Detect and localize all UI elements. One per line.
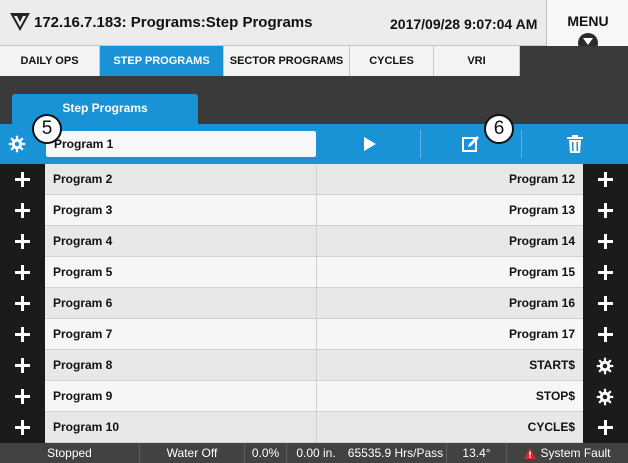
program-cell-right[interactable]: CYCLE$: [317, 412, 583, 443]
menu-label: MENU: [567, 13, 609, 29]
status-bar: Stopped Water Off 0.0% 0.00 in. 65535.9 …: [0, 443, 628, 463]
selected-program-row[interactable]: Program 1: [0, 124, 628, 164]
add-step-left-button[interactable]: [0, 412, 45, 443]
table-row: Program 10 CYCLE$: [0, 412, 628, 443]
table-row: Program 9 STOP$: [0, 381, 628, 412]
program-cell-right[interactable]: Program 15: [317, 257, 583, 288]
delete-program-button[interactable]: [522, 124, 628, 164]
datetime-display: 2017/09/28 9:07:04 AM: [390, 16, 538, 32]
play-icon: [364, 137, 376, 151]
add-step-right-button[interactable]: [583, 288, 628, 319]
program-cell-left[interactable]: Program 6: [45, 288, 317, 319]
add-step-left-button[interactable]: [0, 381, 45, 412]
tab-step-programs[interactable]: STEP PROGRAMS: [100, 46, 224, 76]
program-cell-left[interactable]: Program 7: [45, 319, 317, 350]
add-step-left-button[interactable]: [0, 257, 45, 288]
system-fault-button[interactable]: System Fault: [507, 443, 628, 463]
run-program-button[interactable]: [320, 124, 420, 164]
program-cell-left[interactable]: Program 2: [45, 164, 317, 195]
add-step-right-button[interactable]: [583, 257, 628, 288]
program-cell-left[interactable]: Program 4: [45, 226, 317, 257]
program-cell-left[interactable]: Program 3: [45, 195, 317, 226]
add-step-right-button[interactable]: [583, 319, 628, 350]
status-percent: 0.0%: [245, 443, 287, 463]
edit-icon: [462, 136, 479, 152]
add-step-right-button[interactable]: [583, 195, 628, 226]
program-cell-left[interactable]: Program 5: [45, 257, 317, 288]
add-step-left-button[interactable]: [0, 288, 45, 319]
add-step-left-button[interactable]: [0, 164, 45, 195]
tab-cycles[interactable]: CYCLES: [350, 46, 434, 76]
tab-daily-ops[interactable]: DAILY OPS: [0, 46, 100, 76]
table-row: Program 4 Program 14: [0, 226, 628, 257]
program-cell-right[interactable]: Program 13: [317, 195, 583, 226]
add-step-left-button[interactable]: [0, 319, 45, 350]
status-water: Water Off: [140, 443, 245, 463]
table-row: Program 5 Program 15: [0, 257, 628, 288]
program-cell-left[interactable]: Program 10: [45, 412, 317, 443]
start-settings-button[interactable]: [583, 350, 628, 381]
add-step-right-button[interactable]: [583, 164, 628, 195]
table-row: Program 2 Program 12: [0, 164, 628, 195]
menu-button[interactable]: MENU: [546, 0, 628, 53]
table-row: Program 8 START$: [0, 350, 628, 381]
status-angle: 13.4°: [447, 443, 507, 463]
program-cell-right[interactable]: Program 14: [317, 226, 583, 257]
gear-icon: [596, 357, 614, 375]
table-row: Program 6 Program 16: [0, 288, 628, 319]
add-step-left-button[interactable]: [0, 226, 45, 257]
table-row: Program 7 Program 17: [0, 319, 628, 350]
warning-icon: [524, 448, 537, 459]
gear-icon: [596, 388, 614, 406]
program-cell-left[interactable]: Program 9: [45, 381, 317, 412]
trash-icon: [567, 135, 583, 153]
program-cell-right[interactable]: Program 16: [317, 288, 583, 319]
add-step-right-button[interactable]: [583, 226, 628, 257]
status-depth: 0.00 in.: [296, 446, 336, 460]
table-row: Program 3 Program 13: [0, 195, 628, 226]
page-title: 172.16.7.183: Programs:Step Programs: [34, 14, 313, 31]
add-step-left-button[interactable]: [0, 195, 45, 226]
selected-program-name[interactable]: Program 1: [46, 131, 316, 157]
valley-logo-icon: [10, 13, 30, 31]
add-step-left-button[interactable]: [0, 350, 45, 381]
status-state: Stopped: [0, 443, 140, 463]
add-step-right-button[interactable]: [583, 412, 628, 443]
program-cell-left[interactable]: Program 8: [45, 350, 317, 381]
status-fault: System Fault: [540, 446, 611, 460]
program-cell-right[interactable]: START$: [317, 350, 583, 381]
tab-vri[interactable]: VRI: [434, 46, 520, 76]
gear-icon[interactable]: [8, 135, 26, 153]
callout-5: 5: [32, 114, 62, 144]
program-cell-right[interactable]: STOP$: [317, 381, 583, 412]
tab-sector-programs[interactable]: SECTOR PROGRAMS: [224, 46, 350, 76]
nav-tabs: DAILY OPS STEP PROGRAMS SECTOR PROGRAMS …: [0, 46, 628, 78]
program-cell-right[interactable]: Program 17: [317, 319, 583, 350]
callout-6: 6: [484, 114, 514, 144]
title-bar: 172.16.7.183: Programs:Step Programs 201…: [0, 0, 628, 53]
stop-settings-button[interactable]: [583, 381, 628, 412]
status-rate: 65535.9 Hrs/Pass: [345, 443, 447, 463]
program-cell-right[interactable]: Program 12: [317, 164, 583, 195]
